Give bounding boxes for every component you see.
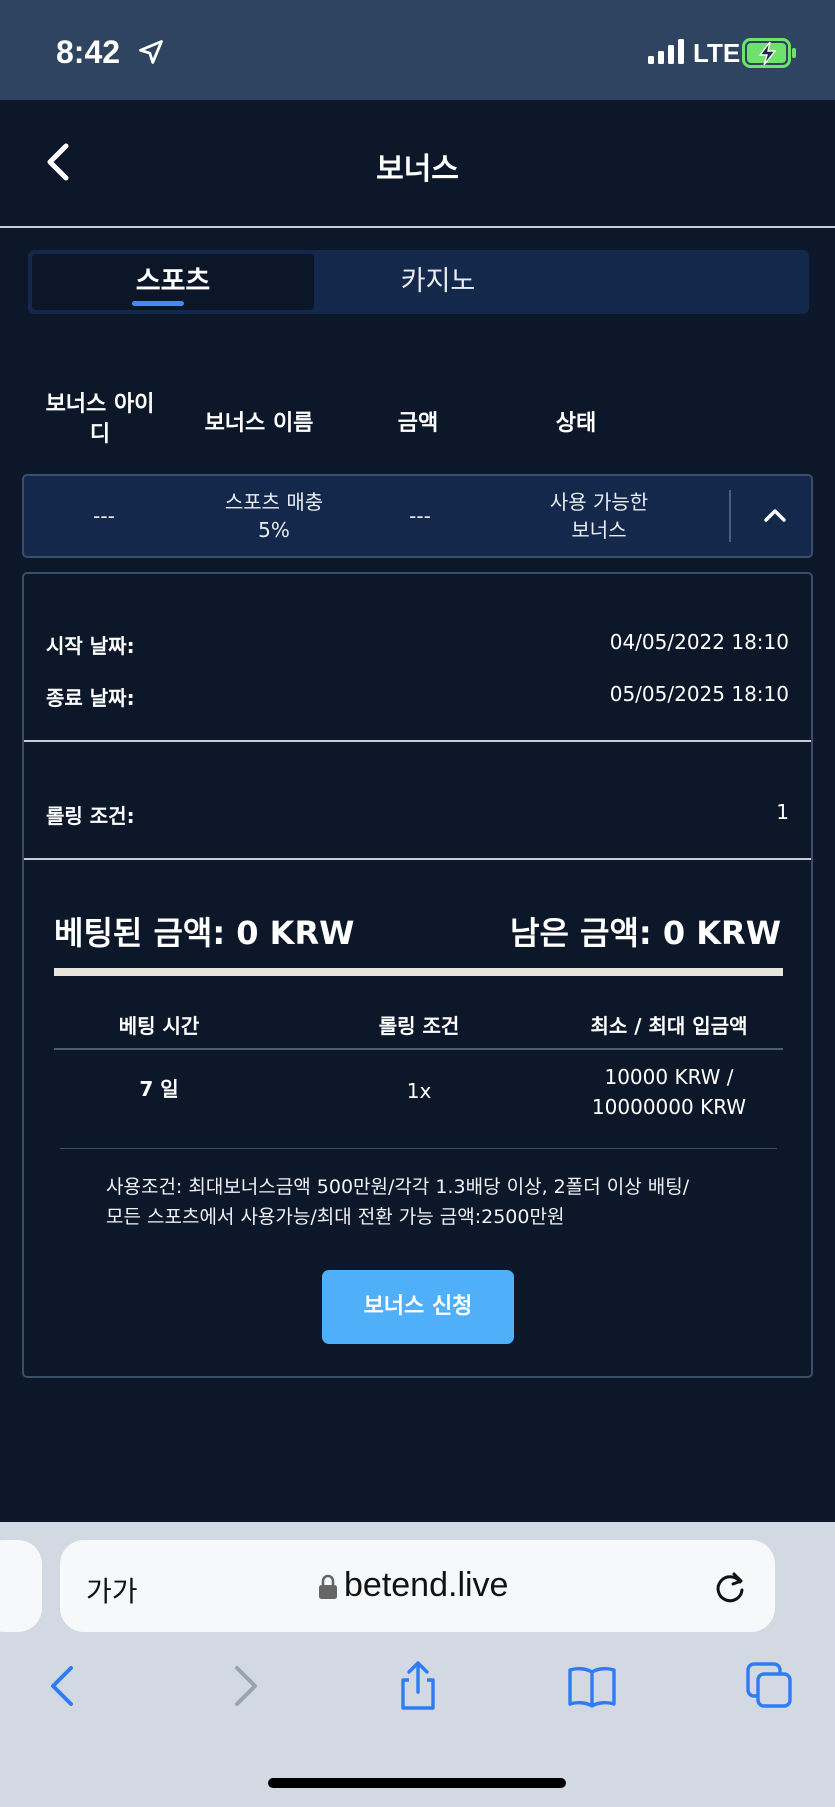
td-rolling: 1x xyxy=(406,1079,432,1103)
td-deposit-line1: 10000 KRW / xyxy=(604,1065,734,1089)
column-bonus-name: 보너스 이름 xyxy=(204,411,314,436)
td-bet-time: 7 일 xyxy=(139,1077,179,1101)
back-arrow-icon[interactable] xyxy=(38,1660,90,1712)
table-divider xyxy=(54,1048,783,1050)
tab-sports-label: 스포츠 xyxy=(135,266,211,297)
bonus-amount: --- xyxy=(409,504,431,528)
bonus-tabs: 스포츠 카지노 xyxy=(28,250,809,314)
text-size-button[interactable]: 가가 xyxy=(86,1570,138,1610)
battery-charging-icon xyxy=(742,38,796,68)
tab-casino[interactable]: 카지노 xyxy=(318,254,558,310)
column-amount: 금액 xyxy=(397,411,439,436)
bonus-status: 사용 가능한 보너스 xyxy=(514,488,684,544)
td-deposit-line2: 10000000 KRW xyxy=(591,1095,747,1119)
cellular-signal-icon xyxy=(648,39,684,64)
reload-icon[interactable] xyxy=(710,1568,750,1608)
rolling-progress-bar xyxy=(54,968,783,976)
table-divider xyxy=(60,1148,777,1149)
bonus-id: --- xyxy=(93,504,115,528)
bonus-row[interactable]: --- 스포츠 매충 5% --- 사용 가능한 보너스 xyxy=(22,474,813,558)
th-bet-time: 베팅 시간 xyxy=(118,1014,200,1038)
rolling-value: 1 xyxy=(776,800,789,824)
address-bar[interactable]: 가가 betend.live xyxy=(60,1540,775,1632)
row-divider xyxy=(729,490,731,542)
bonus-name-line2: 5% xyxy=(258,518,290,542)
th-rolling: 롤링 조건 xyxy=(378,1014,460,1038)
lock-icon xyxy=(319,1574,337,1599)
bonus-status-line1: 사용 가능한 xyxy=(549,490,649,514)
start-date-value: 04/05/2022 18:10 xyxy=(609,630,789,654)
location-arrow-icon xyxy=(139,40,163,64)
network-type: LTE xyxy=(693,38,741,68)
forward-arrow-icon[interactable] xyxy=(218,1660,270,1712)
divider xyxy=(24,740,811,742)
bonus-detail-panel: 시작 날짜: 04/05/2022 18:10 종료 날짜: 05/05/202… xyxy=(22,572,813,1378)
column-status: 상태 xyxy=(555,411,597,436)
divider xyxy=(24,858,811,860)
tab-active-indicator xyxy=(132,301,184,306)
start-date-label: 시작 날짜: xyxy=(46,634,135,658)
apply-bonus-button[interactable]: 보너스 신청 xyxy=(322,1270,514,1344)
status-bar: 8:42 LTE xyxy=(0,0,835,100)
share-icon[interactable] xyxy=(392,1660,444,1712)
page-title: 보너스 xyxy=(376,152,459,187)
chevron-up-icon[interactable] xyxy=(762,502,788,528)
bonus-status-line2: 보너스 xyxy=(571,518,627,542)
column-bonus-id: 보너스 아이디 xyxy=(45,392,155,447)
status-time: 8:42 xyxy=(56,34,121,70)
tab-casino-label: 카지노 xyxy=(400,266,476,297)
home-indicator xyxy=(268,1778,566,1788)
bookmarks-icon[interactable] xyxy=(566,1660,618,1712)
tab-sports[interactable]: 스포츠 xyxy=(32,254,314,310)
bonus-name-line1: 스포츠 매충 xyxy=(224,490,324,514)
rolling-label: 롤링 조건: xyxy=(46,804,135,828)
tabs-icon[interactable] xyxy=(744,1660,796,1712)
td-deposit: 10000 KRW / 10000000 KRW xyxy=(564,1062,774,1122)
bonus-name: 스포츠 매충 5% xyxy=(186,488,362,544)
bet-amount: 베팅된 금액: 0 KRW xyxy=(54,914,355,952)
bonus-page: 보너스 스포츠 카지노 보너스 아이디 보너스 이름 금액 상태 --- 스포츠… xyxy=(0,100,835,1522)
th-deposit: 최소 / 최대 입금액 xyxy=(590,1014,748,1038)
page-header: 보너스 xyxy=(0,100,835,228)
bonus-table-header: 보너스 아이디 보너스 이름 금액 상태 xyxy=(0,390,835,460)
usage-conditions-line1: 사용조건: 최대보너스금액 500만원/각각 1.3배당 이상, 2폴더 이상 … xyxy=(106,1176,690,1198)
usage-conditions-line2: 모든 스포츠에서 사용가능/최대 전환 가능 금액:2500만원 xyxy=(106,1206,565,1228)
url-text: betend.live xyxy=(344,1566,509,1604)
previous-tab-pill[interactable] xyxy=(0,1540,42,1632)
usage-conditions: 사용조건: 최대보너스금액 500만원/각각 1.3배당 이상, 2폴더 이상 … xyxy=(106,1172,746,1232)
remaining-amount: 남은 금액: 0 KRW xyxy=(510,914,781,952)
browser-toolbar: 가가 betend.live xyxy=(0,1522,835,1807)
end-date-label: 종료 날짜: xyxy=(46,686,135,710)
end-date-value: 05/05/2025 18:10 xyxy=(609,682,789,706)
